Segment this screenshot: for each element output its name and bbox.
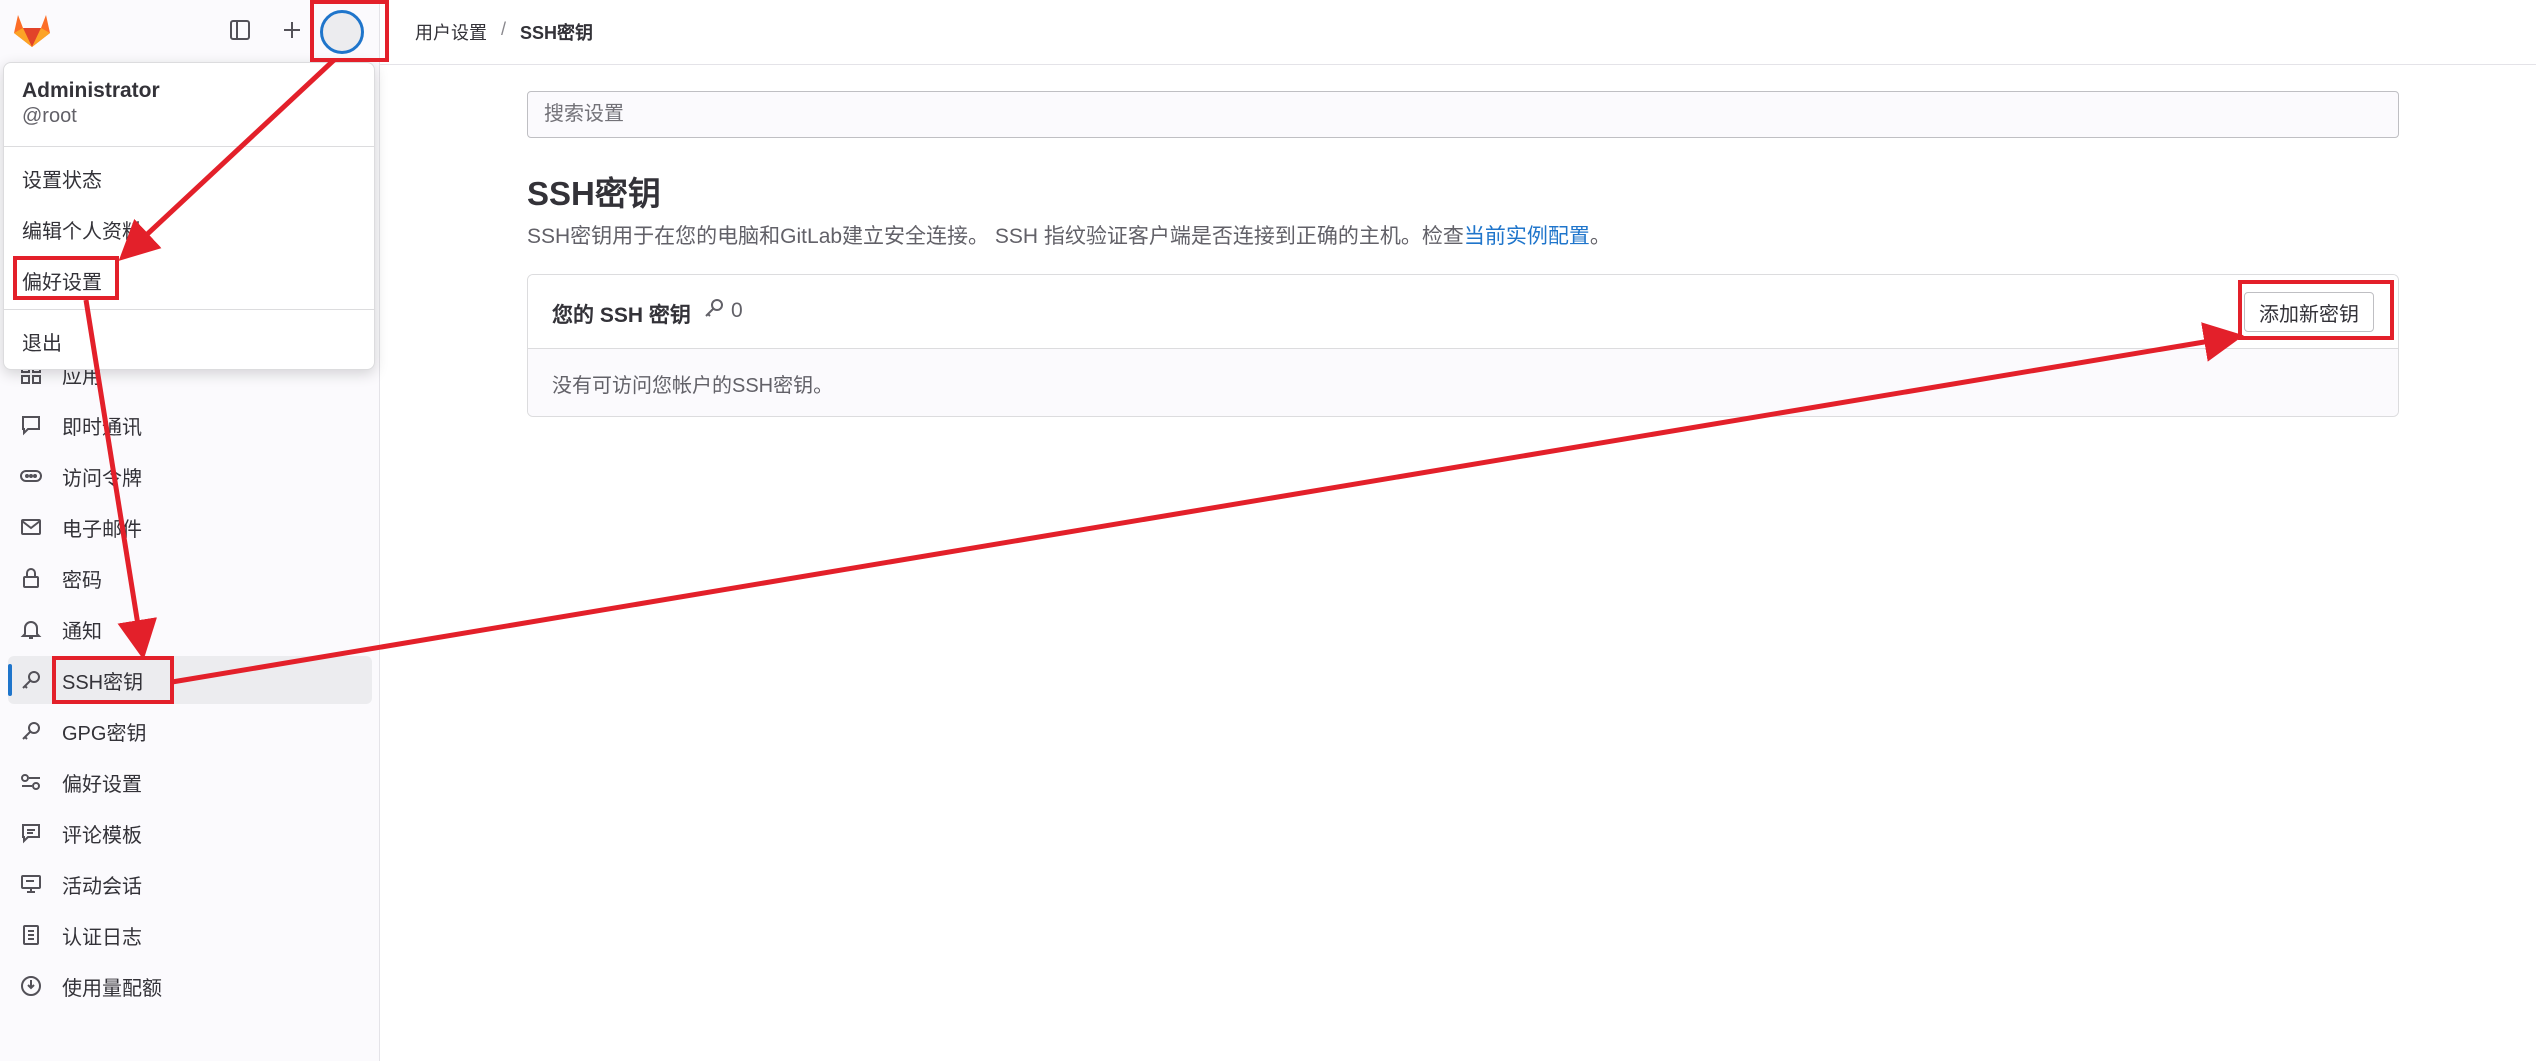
- sidebar-toggle-icon[interactable]: [222, 12, 258, 48]
- search-settings-input[interactable]: [527, 91, 2399, 138]
- preferences-icon: [16, 767, 46, 797]
- page-description-end: 。: [1589, 225, 1611, 248]
- sidebar-item-label: 通知: [62, 620, 102, 643]
- menu-divider: [4, 309, 374, 310]
- sidebar-item-comment-templates[interactable]: 评论模板: [8, 809, 372, 857]
- key-icon: [703, 297, 725, 325]
- mail-icon: [16, 512, 46, 542]
- ssh-keys-count: 0: [703, 297, 743, 325]
- breadcrumb-user-settings[interactable]: 用户设置: [415, 19, 487, 45]
- breadcrumb-ssh-keys[interactable]: SSH密钥: [520, 19, 593, 45]
- gitlab-logo-icon[interactable]: [11, 9, 53, 49]
- top-bar: 用户设置 / SSH密钥: [380, 0, 2536, 65]
- ssh-keys-count-value: 0: [731, 299, 743, 322]
- user-name: Administrator: [22, 79, 160, 102]
- edit-profile-menu-item[interactable]: 编辑个人资料: [22, 215, 142, 244]
- sidebar-item-label: 活动会话: [62, 875, 142, 898]
- breadcrumb-separator: /: [501, 19, 507, 39]
- sidebar-item-notifications[interactable]: 通知: [8, 605, 372, 653]
- sidebar-item-label: 访问令牌: [62, 467, 142, 490]
- menu-divider: [4, 146, 374, 147]
- plus-icon[interactable]: [274, 12, 310, 48]
- preferences-menu-item[interactable]: 偏好设置: [22, 266, 102, 295]
- add-new-key-button[interactable]: 添加新密钥: [2244, 292, 2374, 332]
- ssh-keys-card-header: 您的 SSH 密钥 0 添加新密钥: [528, 275, 2398, 349]
- ssh-keys-card-title: 您的 SSH 密钥: [552, 304, 691, 327]
- page-description-text: SSH密钥用于在您的电脑和GitLab建立安全连接。 SSH 指纹验证客户端是否…: [527, 225, 1464, 248]
- user-handle: @root: [22, 105, 77, 127]
- monitor-icon: [16, 869, 46, 899]
- sidebar-item-authentication-log[interactable]: 认证日志: [8, 911, 372, 959]
- sidebar-item-ssh-keys[interactable]: SSH密钥: [8, 656, 372, 704]
- sidebar-item-label: 偏好设置: [62, 773, 142, 796]
- sidebar-item-gpg-keys[interactable]: GPG密钥: [8, 707, 372, 755]
- key-icon: [16, 665, 46, 695]
- sidebar-item-label: GPG密钥: [62, 722, 147, 745]
- sidebar-item-emails[interactable]: 电子邮件: [8, 503, 372, 551]
- page-title: SSH密钥: [527, 175, 661, 212]
- sidebar-item-label: 即时通讯: [62, 416, 142, 439]
- page-description: SSH密钥用于在您的电脑和GitLab建立安全连接。 SSH 指纹验证客户端是否…: [527, 220, 1611, 250]
- bell-icon: [16, 614, 46, 644]
- user-dropdown-menu: Administrator @root 设置状态 编辑个人资料 偏好设置 退出: [3, 62, 375, 370]
- sidebar-item-password[interactable]: 密码: [8, 554, 372, 602]
- sidebar-item-label: SSH密钥: [62, 671, 144, 694]
- set-status-menu-item[interactable]: 设置状态: [22, 164, 102, 193]
- log-icon: [16, 920, 46, 950]
- sidebar-item-preferences[interactable]: 偏好设置: [8, 758, 372, 806]
- breadcrumb: 用户设置 / SSH密钥: [415, 19, 593, 45]
- lock-icon: [16, 563, 46, 593]
- ssh-keys-card: 您的 SSH 密钥 0 添加新密钥 没有可访问您帐户的SSH密钥。: [527, 274, 2399, 417]
- comment-icon: [16, 410, 46, 440]
- user-avatar-button[interactable]: [320, 10, 364, 54]
- sidebar-item-label: 评论模板: [62, 824, 142, 847]
- sidebar-item-label: 认证日志: [62, 926, 142, 949]
- comment-template-icon: [16, 818, 46, 848]
- sidebar-item-label: 密码: [62, 569, 102, 592]
- ssh-keys-empty-state: 没有可访问您帐户的SSH密钥。: [552, 375, 834, 397]
- sidebar-item-label: 电子邮件: [62, 518, 142, 541]
- instance-configuration-link[interactable]: 当前实例配置: [1464, 225, 1590, 248]
- annotation-overlay: [13, 0, 2394, 704]
- sidebar-item-usage-quotas[interactable]: 使用量配额: [8, 962, 372, 1010]
- sign-out-menu-item[interactable]: 退出: [22, 327, 62, 356]
- key-icon: [16, 716, 46, 746]
- token-icon: [16, 461, 46, 491]
- quota-icon: [16, 971, 46, 1001]
- sidebar-item-active-sessions[interactable]: 活动会话: [8, 860, 372, 908]
- sidebar-item-label: 使用量配额: [62, 977, 162, 1000]
- sidebar-item-instant-messaging[interactable]: 即时通讯: [8, 401, 372, 449]
- sidebar-item-access-tokens[interactable]: 访问令牌: [8, 452, 372, 500]
